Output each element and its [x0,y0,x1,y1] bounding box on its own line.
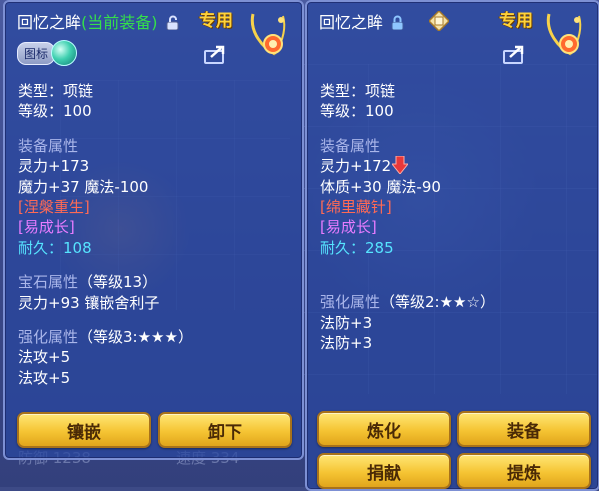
item-name: 回忆之眸 [17,13,82,32]
icon-badge: 图标 [17,41,56,65]
donate-button[interactable]: 捐献 [317,453,451,489]
enhance-attributes: 强化属性（等级3:★★★） [18,327,193,347]
enhance-stat: 法防+3 [320,313,373,332]
icon-toggle[interactable]: 图标 [17,40,78,66]
item-level: 等级：100 [320,102,394,121]
growth-trait: [易成长] [18,218,75,237]
gem-level: （等级13） [78,273,158,292]
enhance-stat: 法攻+5 [18,368,71,387]
enhance-level: （等级3:★★★） [78,328,193,347]
gem-attributes: 宝石属性（等级13） [18,272,193,292]
special-effect: [涅槃重生] [18,198,90,217]
equip-button[interactable]: 装备 [457,411,591,447]
exclusive-label: 专用 [499,11,533,31]
stat-line: 体质+30 魔法-90 [320,177,441,196]
enhance-attributes-header: 强化属性 [18,328,79,347]
inlay-button[interactable]: 镶嵌 [17,412,151,448]
durability: 耐久：108 [18,238,92,257]
stat-decrease-arrow-icon [392,156,409,175]
equip-attributes-header: 装备属性 [18,136,79,155]
necklace-item-icon [546,13,582,56]
gem-attributes-header: 宝石属性 [18,273,79,292]
equipped-item-tooltip: 回忆之眸(当前装备) 专用 图标 类型：项链 等级：100 装备属性 灵力+17… [3,0,304,460]
share-icon[interactable] [503,44,527,64]
extract-button[interactable]: 提炼 [457,453,591,489]
item-attributes: 类型：项链 等级：100 装备属性 灵力+173 魔力+37 魔法-100 [涅… [18,81,193,388]
item-type: 类型：项链 [320,82,396,100]
durability: 耐久：285 [320,238,394,257]
lock-icon[interactable] [391,15,405,30]
enhance-stat: 法防+3 [320,334,373,353]
item-type: 类型：项链 [18,82,94,100]
refine-button[interactable]: 炼化 [317,411,451,447]
enhance-level: （等级2:★★☆） [380,293,495,312]
special-effect: [绵里藏针] [320,198,392,217]
stat-value: 灵力+172 [320,157,392,176]
necklace-item-icon [250,13,286,56]
enhance-attributes: 强化属性（等级2:★★☆） [320,292,495,312]
enhance-stat: 法攻+5 [18,348,71,367]
exclusive-label: 专用 [199,11,233,31]
stat-line: 灵力+172 [320,156,495,176]
item-title: 回忆之眸(当前装备) [17,9,180,33]
stat-line: 灵力+173 [18,157,90,176]
item-name: 回忆之眸 [319,13,384,32]
gem-stat: 灵力+93 镶嵌舍利子 [18,293,160,312]
item-title: 回忆之眸 [319,9,405,33]
compare-item-tooltip: 回忆之眸 专用 类型：项链 等级：100 装备属性 灵力+172 体质+30 魔… [305,0,599,491]
growth-trait: [易成长] [320,218,377,237]
enhance-attributes-header: 强化属性 [320,293,381,312]
certification-icon [429,11,449,31]
equip-attributes-header: 装备属性 [320,136,381,155]
unlock-icon[interactable] [166,15,180,30]
gem-orb-icon [51,40,78,66]
item-attributes: 类型：项链 等级：100 装备属性 灵力+172 体质+30 魔法-90 [绵里… [320,81,495,353]
equipped-tag: (当前装备) [81,13,158,32]
unequip-button[interactable]: 卸下 [158,412,292,448]
share-icon[interactable] [204,44,228,64]
item-level: 等级：100 [18,102,92,121]
stat-line: 魔力+37 魔法-100 [18,177,149,196]
